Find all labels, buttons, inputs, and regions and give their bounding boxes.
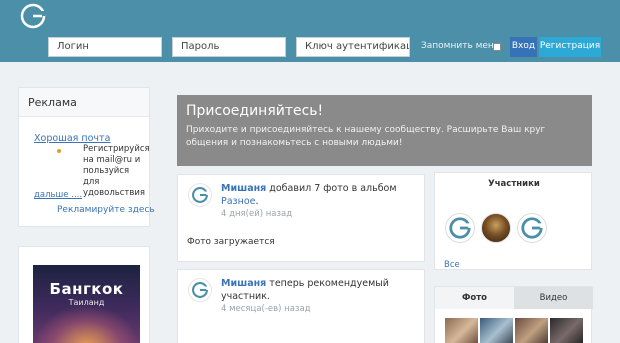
photo-thumbnail[interactable] [445, 318, 478, 343]
activity-user-link[interactable]: Мишаня [221, 183, 266, 194]
photo-thumbnail[interactable] [480, 318, 513, 343]
tab-video[interactable]: Видео [514, 287, 593, 309]
g-avatar-icon [192, 282, 209, 298]
remember-me-label: Запомнить меня [421, 41, 500, 51]
media-widget: Фото Видео [434, 286, 593, 343]
member-avatar[interactable] [445, 213, 475, 243]
member-photo-avatar[interactable] [481, 213, 511, 243]
register-button[interactable]: Регистрация [539, 37, 601, 57]
ad-text: Регистрируйся на mail@ru и пользуйся для… [83, 144, 150, 198]
ad-widget: Реклама Хорошая почта Регистрируйся на m… [18, 87, 155, 227]
activity-text: Мишаня добавил 7 фото в альбом Разное. [221, 182, 421, 208]
authkey-input[interactable]: Ключ аутентификации [296, 37, 410, 57]
activity-item: Мишаня добавил 7 фото в альбом Разное. 4… [177, 174, 425, 262]
all-members-link[interactable]: Все [444, 260, 460, 270]
banner-country: Таиланд [68, 298, 105, 307]
members-widget: Участники Все [434, 172, 592, 270]
member-avatar[interactable] [517, 213, 547, 243]
g-avatar-icon [192, 187, 209, 203]
activity-item: Мишаня теперь рекомендуемый участник. 4 … [177, 269, 425, 343]
login-button[interactable]: Вход [510, 37, 537, 57]
g-avatar-icon [521, 217, 544, 239]
ad-bullet-icon [57, 149, 61, 153]
activity-action: добавил 7 фото в альбом [266, 183, 397, 194]
login-form: Логин Пароль Ключ аутентификации Запомни… [0, 37, 620, 57]
ad-link[interactable]: Хорошая почта [34, 133, 110, 144]
header: Логин Пароль Ключ аутентификации Запомни… [0, 0, 620, 62]
activity-text: Мишаня теперь рекомендуемый участник. [221, 277, 421, 303]
members-title: Участники [488, 179, 540, 189]
ad-title: Реклама [19, 88, 149, 117]
activity-body: Фото загружается [187, 237, 275, 247]
banner-city-lights [33, 305, 140, 343]
activity-suffix: . [255, 196, 259, 207]
g-avatar-icon [449, 217, 472, 239]
remember-me-checkbox[interactable] [493, 43, 501, 51]
photo-thumbnail[interactable] [515, 318, 548, 343]
user-avatar[interactable] [188, 183, 212, 207]
banner-widget: Бангкок Таиланд [18, 246, 150, 343]
activity-time: 4 месяца(-ев) назад [221, 304, 311, 314]
activity-user-link[interactable]: Мишаня [221, 278, 266, 289]
join-banner: Присоединяйтесь! Приходите и присоединяй… [177, 95, 592, 166]
banner-city: Бангкок [49, 280, 124, 298]
activity-time: 4 дня(ей) назад [221, 209, 293, 219]
password-input[interactable]: Пароль [172, 37, 286, 57]
join-title: Присоединяйтесь! [186, 103, 324, 119]
tab-photo[interactable]: Фото [435, 287, 514, 309]
activity-target-link[interactable]: Разное [221, 196, 255, 207]
join-text: Приходите и присоединяйтесь к нашему соо… [186, 125, 546, 148]
banner-image[interactable]: Бангкок Таиланд [33, 265, 140, 343]
advertise-here-link[interactable]: Рекламируйте здесь [57, 205, 155, 215]
user-avatar[interactable] [188, 278, 212, 302]
photo-thumbnail[interactable] [550, 318, 583, 343]
site-logo-icon[interactable] [20, 3, 46, 29]
login-input[interactable]: Логин [48, 37, 162, 57]
ad-more-link[interactable]: дальше .... [34, 190, 82, 200]
